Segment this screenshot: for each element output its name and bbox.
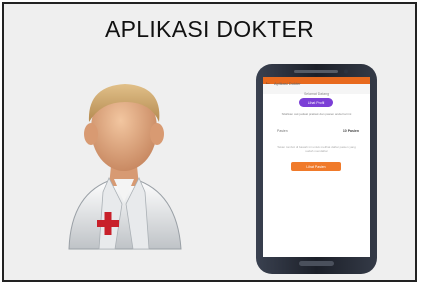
stats-row-value: 10 Pasien <box>342 129 359 133</box>
page-title: APLIKASI DOKTER <box>104 16 314 42</box>
illustration-frame: APLIKASI DOKTER ← Aplikasi Dokter Selama… <box>2 2 417 282</box>
arrow-back-icon[interactable]: ← <box>265 80 271 86</box>
info-text: Silahkan cek jadwal praktek dan pasien a… <box>281 112 352 116</box>
stats-row-label: Pasien <box>277 129 288 133</box>
profile-button[interactable]: Lihat Profil <box>299 98 333 107</box>
action-button[interactable]: Lihat Pasien <box>291 162 341 171</box>
note-text: Tekan tombol di bawah ini untuk melihat … <box>277 145 356 153</box>
app-bar-title: Aplikasi Dokter <box>274 80 301 86</box>
phone-screen: ← Aplikasi Dokter Selamat Datang Lihat P… <box>263 77 370 257</box>
app-bar: ← Aplikasi Dokter <box>265 78 368 88</box>
profile-caption: Selamat Datang <box>303 92 330 96</box>
stats-row: Pasien 10 Pasien <box>277 128 359 134</box>
doctor-avatar-icon <box>68 84 182 250</box>
